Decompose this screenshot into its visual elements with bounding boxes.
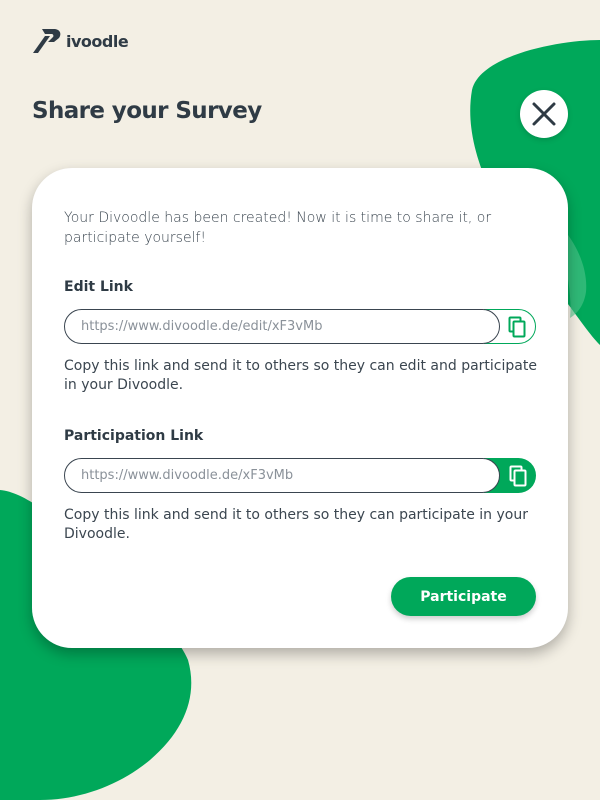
participation-link-label: Participation Link [64, 428, 204, 444]
close-button[interactable] [520, 90, 568, 138]
close-icon [532, 102, 556, 126]
participation-link-hint: Copy this link and send it to others so … [64, 507, 528, 542]
copy-icon [508, 316, 526, 337]
participation-link-row [64, 458, 536, 493]
participation-link-input[interactable] [64, 458, 500, 493]
brand-name: ivoodle [66, 31, 129, 51]
edit-link-label: Edit Link [64, 279, 133, 295]
edit-link-hint: Copy this link and send it to others so … [64, 358, 537, 393]
edit-link-row [64, 309, 536, 344]
intro-text: Your Divoodle has been created! Now it i… [64, 210, 492, 246]
divoodle-logo-icon [33, 29, 61, 53]
copy-icon [509, 465, 527, 486]
page-title: Share your Survey [32, 98, 262, 124]
share-card: Your Divoodle has been created! Now it i… [32, 168, 568, 648]
edit-link-input[interactable] [64, 309, 500, 344]
brand[interactable]: ivoodle [32, 26, 129, 56]
participate-button[interactable]: Participate [391, 577, 536, 616]
